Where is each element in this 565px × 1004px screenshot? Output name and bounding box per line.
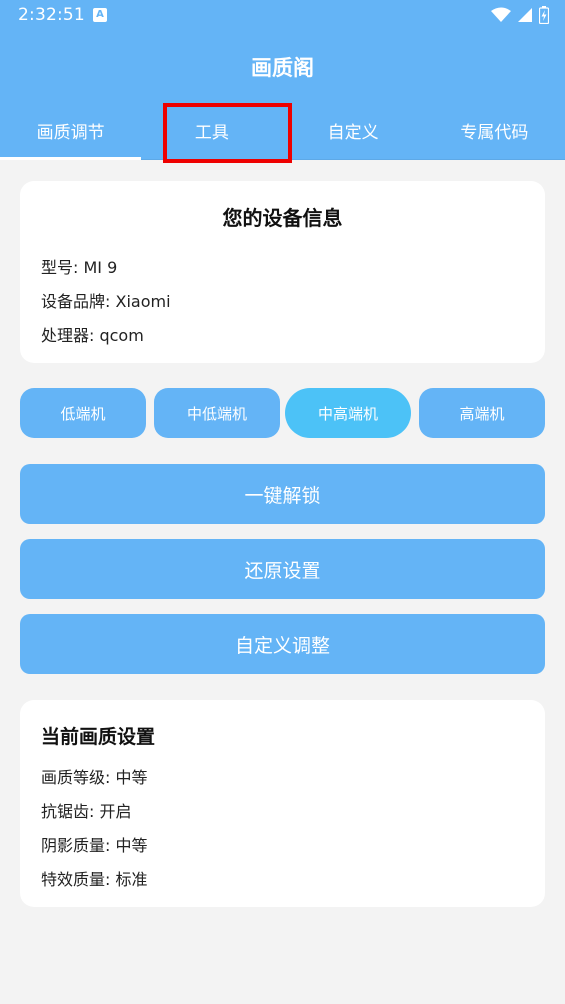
cell-signal-icon [518,8,532,22]
tab-label: 工具 [194,122,229,143]
one-click-unlock-button[interactable]: 一键解锁 [20,464,545,524]
shadow-quality: 阴影质量: 中等 [41,836,148,855]
status-icons [491,6,549,24]
tab-bar: 画质调节 工具 自定义 专属代码 [0,100,565,160]
current-settings-card: 当前画质设置 画质等级: 中等 抗锯齿: 开启 阴影质量: 中等 特效质量: 标… [20,700,545,907]
device-processor: 处理器: qcom [41,326,144,345]
effects-quality: 特效质量: 标准 [41,870,148,889]
tab-label: 画质调节 [36,122,105,143]
status-time: 2:32:51 [18,5,85,25]
custom-adjust-button[interactable]: 自定义调整 [20,614,545,674]
tier-mid-low-button[interactable]: 中低端机 [154,388,280,438]
app-title: 画质阁 [251,56,314,80]
tab-quality-adjust[interactable]: 画质调节 [0,100,142,160]
tab-tools[interactable]: 工具 [141,100,282,160]
tab-label: 自定义 [327,122,379,143]
app-bar: 画质阁 [0,34,565,100]
quality-level: 画质等级: 中等 [41,768,148,787]
device-info-card: 您的设备信息 型号: MI 9 设备品牌: Xiaomi 处理器: qcom [20,181,545,363]
device-brand: 设备品牌: Xiaomi [41,292,171,311]
tier-low-button[interactable]: 低端机 [20,388,146,438]
tier-mid-high-button[interactable]: 中高端机 [285,388,411,438]
wifi-icon [491,7,511,22]
tier-high-button[interactable]: 高端机 [419,388,545,438]
device-model: 型号: MI 9 [41,258,118,277]
app-notification-icon: A [93,8,107,22]
anti-aliasing: 抗锯齿: 开启 [41,802,132,821]
current-settings-title: 当前画质设置 [41,726,156,748]
battery-charging-icon [539,6,549,24]
status-bar: 2:32:51 A [0,0,565,34]
tab-exclusive-code[interactable]: 专属代码 [424,100,565,160]
device-tier-selector: 低端机 中低端机 中高端机 高端机 [20,388,545,438]
restore-settings-button[interactable]: 还原设置 [20,539,545,599]
device-info-title: 您的设备信息 [222,206,343,230]
tab-custom[interactable]: 自定义 [283,100,424,160]
tab-label: 专属代码 [460,122,529,143]
